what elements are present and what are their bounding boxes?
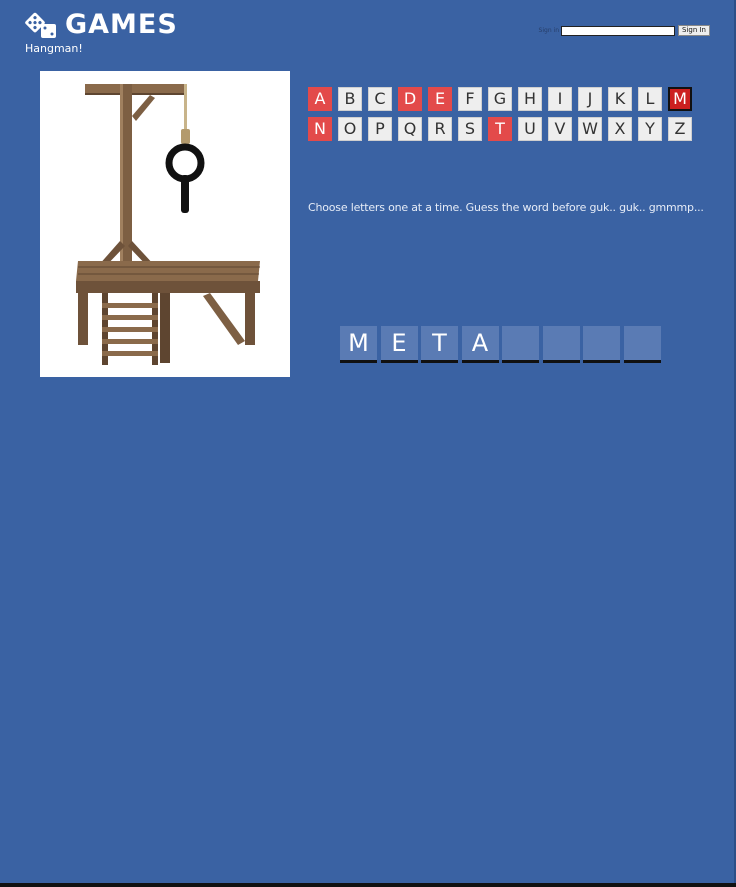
letter-button-w[interactable]: W — [578, 117, 602, 141]
signin-button[interactable]: Sign In — [678, 25, 710, 36]
logo[interactable]: GAMES — [25, 10, 178, 40]
word-display: META — [340, 326, 664, 363]
letter-button-y[interactable]: Y — [638, 117, 662, 141]
letter-button-m[interactable]: M — [668, 87, 692, 111]
letter-button-g[interactable]: G — [488, 87, 512, 111]
letter-button-f[interactable]: F — [458, 87, 482, 111]
word-slot — [542, 326, 580, 363]
letter-button-h[interactable]: H — [518, 87, 542, 111]
letter-button-v[interactable]: V — [548, 117, 572, 141]
letter-button-q[interactable]: Q — [398, 117, 422, 141]
signin-label: Sign in — [538, 27, 559, 34]
word-slot: M — [340, 326, 377, 363]
letter-button-z[interactable]: Z — [668, 117, 692, 141]
letter-button-k[interactable]: K — [608, 87, 632, 111]
letter-button-u[interactable]: U — [518, 117, 542, 141]
letter-row-2: NOPQRSTUVWXYZ — [308, 117, 698, 141]
letter-button-i[interactable]: I — [548, 87, 572, 111]
letter-button-s[interactable]: S — [458, 117, 482, 141]
letter-row-1: ABCDEFGHIJKLM — [308, 87, 698, 111]
signin-form: Sign in Sign In — [539, 25, 710, 36]
dice-icon — [25, 10, 57, 40]
letter-button-o[interactable]: O — [338, 117, 362, 141]
word-slot — [502, 326, 539, 363]
letter-button-j[interactable]: J — [578, 87, 602, 111]
letter-button-x[interactable]: X — [608, 117, 632, 141]
signin-input[interactable] — [561, 25, 675, 36]
instructions-text: Choose letters one at a time. Guess the … — [308, 201, 704, 214]
letter-button-p[interactable]: P — [368, 117, 392, 141]
word-slot — [623, 326, 661, 363]
bottom-bar — [0, 883, 736, 887]
gallows-panel — [40, 71, 290, 377]
word-slot: E — [380, 326, 418, 363]
letter-button-n[interactable]: N — [308, 117, 332, 141]
page-subtitle: Hangman! — [25, 42, 83, 55]
word-slot: T — [421, 326, 458, 363]
word-slot — [583, 326, 620, 363]
logo-text: GAMES — [65, 9, 178, 40]
letter-keyboard: ABCDEFGHIJKLM NOPQRSTUVWXYZ — [308, 87, 698, 147]
gallows-image — [76, 84, 260, 365]
letter-button-t[interactable]: T — [488, 117, 512, 141]
word-slot: A — [461, 326, 499, 363]
letter-button-r[interactable]: R — [428, 117, 452, 141]
letter-button-a[interactable]: A — [308, 87, 332, 111]
letter-button-e[interactable]: E — [428, 87, 452, 111]
letter-button-d[interactable]: D — [398, 87, 422, 111]
letter-button-l[interactable]: L — [638, 87, 662, 111]
letter-button-b[interactable]: B — [338, 87, 362, 111]
letter-button-c[interactable]: C — [368, 87, 392, 111]
